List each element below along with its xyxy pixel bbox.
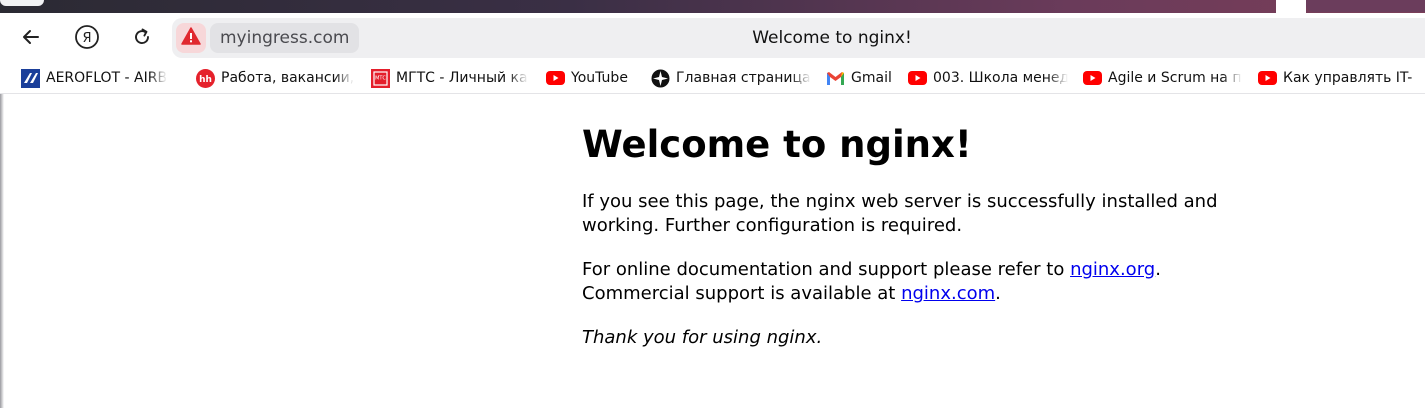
gmail-icon — [826, 69, 845, 88]
warning-triangle-icon — [181, 27, 201, 49]
mgts-icon: МТС — [371, 68, 390, 88]
wiki-icon — [651, 69, 670, 88]
bookmark-label: Gmail — [851, 70, 892, 86]
address-domain[interactable]: myingress.com — [210, 23, 360, 53]
docs-text-period: . — [1155, 259, 1161, 280]
page-title-display: Welcome to nginx! — [752, 28, 912, 48]
svg-text:hh: hh — [199, 75, 212, 85]
bookmark-label: AEROFLOT - AIRB — [46, 70, 168, 86]
docs-text: For online documentation and support ple… — [582, 259, 1071, 280]
svg-text:Я: Я — [82, 31, 91, 46]
bookmark-aeroflot[interactable]: AEROFLOT - AIRB — [21, 67, 178, 89]
youtube-icon — [908, 69, 927, 88]
site-security-button[interactable] — [176, 23, 206, 53]
nginx-org-link[interactable]: nginx.org — [1070, 259, 1155, 280]
bookmark-label: Agile и Scrum на п — [1108, 70, 1242, 86]
address-bar[interactable]: Welcome to nginx! myingress.com — [172, 18, 1425, 58]
commercial-text-period: . — [995, 283, 1001, 304]
bookmark-it-manage[interactable]: Как управлять IT- — [1258, 67, 1425, 89]
bookmark-label: МГТС - Личный ка — [396, 70, 528, 86]
bookmark-label: Как управлять IT- — [1283, 70, 1413, 86]
reload-button[interactable] — [124, 19, 160, 55]
bookmark-agile[interactable]: Agile и Scrum на п — [1083, 67, 1243, 89]
bookmarks-bar: AEROFLOT - AIRB hh Работа, вакансии, МТС… — [0, 63, 1425, 94]
bookmark-label: Работа, вакансии, — [221, 70, 354, 86]
tab-strip — [0, 0, 1425, 13]
tab-gap — [1276, 0, 1306, 13]
bookmark-label: YouTube — [571, 70, 628, 86]
back-button[interactable] — [13, 19, 49, 55]
bookmark-label: 003. Школа менед — [933, 70, 1068, 86]
browser-toolbar: Я Welcome to nginx! myingress.com — [0, 13, 1425, 63]
hh-icon: hh — [196, 68, 215, 88]
thanks-paragraph: Thank you for using nginx. — [582, 327, 823, 348]
youtube-icon — [1258, 69, 1277, 88]
bookmark-mgts[interactable]: МТС МГТС - Личный ка — [371, 67, 529, 89]
window-edge — [0, 94, 4, 408]
nginx-com-link[interactable]: nginx.com — [901, 283, 995, 304]
bookmark-main-page[interactable]: Главная страница — [651, 67, 811, 89]
page-content: Welcome to nginx! If you see this page, … — [582, 94, 1222, 350]
commercial-text: Commercial support is available at — [582, 283, 902, 304]
reload-icon — [132, 27, 152, 47]
aeroflot-icon — [21, 68, 40, 88]
bookmark-hh[interactable]: hh Работа, вакансии, — [196, 67, 354, 89]
yandex-home-button[interactable]: Я — [69, 19, 105, 55]
youtube-icon — [546, 69, 565, 88]
bookmark-gmail[interactable]: Gmail — [826, 67, 898, 89]
yandex-logo-icon: Я — [74, 24, 100, 50]
bookmark-label: Главная страница — [676, 70, 811, 86]
intro-paragraph: If you see this page, the nginx web serv… — [582, 191, 1218, 236]
back-arrow-icon — [21, 27, 41, 47]
bookmark-youtube[interactable]: YouTube — [546, 67, 638, 89]
youtube-icon — [1083, 69, 1102, 88]
bookmark-school[interactable]: 003. Школа менед — [908, 67, 1068, 89]
tab-remnant-right[interactable] — [1306, 0, 1425, 12]
active-tab-remnant[interactable] — [0, 0, 44, 6]
svg-text:МТС: МТС — [375, 75, 386, 81]
docs-paragraph: For online documentation and support ple… — [582, 258, 1222, 306]
page-heading: Welcome to nginx! — [582, 123, 972, 166]
